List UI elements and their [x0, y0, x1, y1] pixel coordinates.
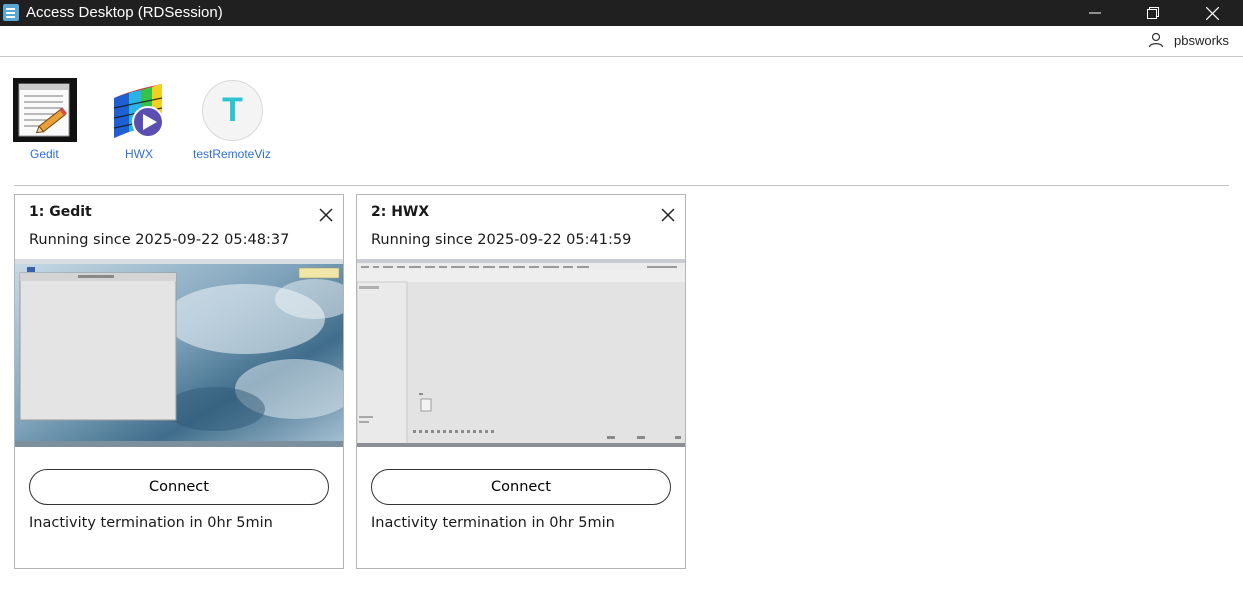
connect-button[interactable]: Connect	[29, 469, 329, 505]
gedit-icon	[13, 78, 77, 142]
title-bar: Access Desktop (RDSession)	[0, 0, 1243, 26]
session-thumbnail[interactable]	[357, 259, 685, 447]
inactivity-text: Inactivity termination in 0hr 5min	[371, 515, 615, 531]
testremoteviz-icon: T	[202, 80, 263, 141]
session-status: Running since 2025-09-22 05:41:59	[371, 232, 632, 248]
close-session-icon[interactable]	[318, 207, 334, 223]
close-icon	[1205, 6, 1219, 20]
app-icon	[3, 4, 19, 21]
launcher-label[interactable]: Gedit	[30, 147, 59, 161]
user-icon	[1148, 32, 1164, 48]
session-card: 2: HWX Running since 2025-09-22 05:41:59	[356, 194, 686, 569]
restore-button[interactable]	[1124, 0, 1182, 26]
close-session-icon[interactable]	[660, 207, 676, 223]
session-card: 1: Gedit Running since 2025-09-22 05:48:…	[14, 194, 344, 569]
connect-button[interactable]: Connect	[371, 469, 671, 505]
user-name[interactable]: pbsworks	[1174, 33, 1229, 48]
section-divider	[14, 185, 1229, 186]
user-bar: pbsworks	[0, 26, 1243, 57]
session-thumbnail[interactable]	[15, 259, 343, 447]
session-status: Running since 2025-09-22 05:48:37	[29, 232, 290, 248]
testremoteviz-icon-letter: T	[222, 91, 243, 129]
close-window-button[interactable]	[1183, 0, 1241, 26]
inactivity-text: Inactivity termination in 0hr 5min	[29, 515, 273, 531]
launcher-label[interactable]: testRemoteViz	[193, 147, 271, 161]
hwx-icon	[113, 84, 164, 138]
session-title: 2: HWX	[371, 204, 430, 220]
minimize-icon	[1089, 12, 1101, 14]
window-title: Access Desktop (RDSession)	[26, 4, 223, 21]
desktop-preview-image	[15, 259, 343, 447]
restore-icon	[1147, 7, 1159, 19]
session-title: 1: Gedit	[29, 204, 92, 220]
minimize-button[interactable]	[1066, 0, 1124, 26]
desktop-preview-image	[357, 259, 685, 447]
launcher-label[interactable]: HWX	[125, 147, 153, 161]
